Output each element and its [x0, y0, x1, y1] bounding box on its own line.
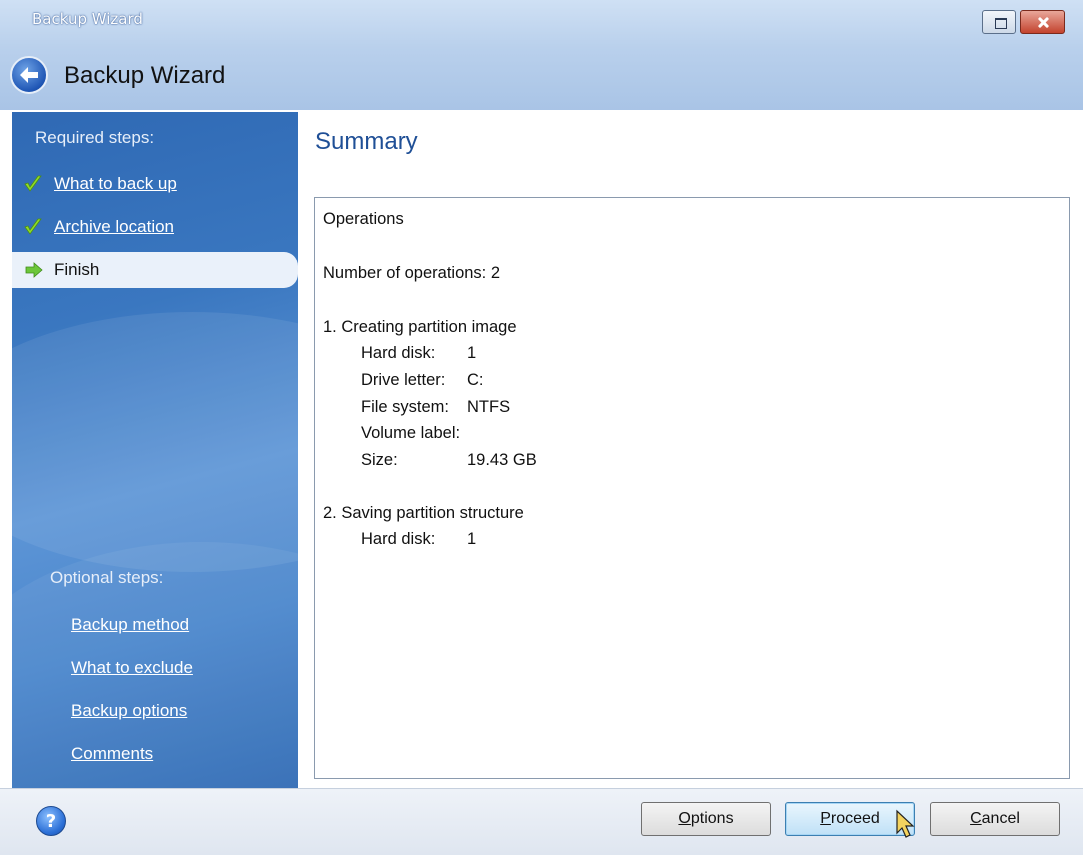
- sidebar-item-label: Archive location: [54, 217, 175, 236]
- close-button[interactable]: [1020, 10, 1065, 34]
- steps-sidebar: Required steps: What to back up Archive …: [12, 112, 298, 788]
- arrow-right-icon: [25, 262, 43, 278]
- wizard-header: Backup Wizard: [0, 48, 1083, 110]
- check-icon: [24, 175, 42, 192]
- operations-count: Number of operations: 2: [323, 264, 501, 282]
- sidebar-item-backup-method[interactable]: Backup method: [71, 615, 189, 635]
- summary-field: Hard disk: 1: [361, 530, 477, 548]
- summary-text-box[interactable]: Operations Number of operations: 2 1. Cr…: [314, 197, 1070, 779]
- help-icon[interactable]: ?: [36, 806, 66, 836]
- sidebar-item-backup-options[interactable]: Backup options: [71, 701, 187, 721]
- restore-button[interactable]: [982, 10, 1016, 34]
- sidebar-item-what-to-exclude[interactable]: What to exclude: [71, 658, 193, 678]
- main-panel: Summary Operations Number of operations:…: [298, 112, 1083, 788]
- sidebar-item-label: Finish: [54, 260, 100, 279]
- check-icon: [24, 218, 42, 235]
- back-arrow-icon: [20, 67, 38, 83]
- title-bar: Backup Wizard: [0, 0, 1083, 48]
- options-button[interactable]: Options: [641, 802, 771, 836]
- sidebar-item-label: What to back up: [54, 174, 177, 193]
- window-title: Backup Wizard: [32, 10, 143, 28]
- back-button[interactable]: [10, 56, 48, 94]
- sidebar-item-comments[interactable]: Comments: [71, 744, 153, 764]
- footer-bar: ? Options Proceed Cancel: [0, 788, 1083, 855]
- cancel-button[interactable]: Cancel: [930, 802, 1060, 836]
- mouse-cursor-icon: [896, 809, 915, 838]
- summary-field: File system: NTFS: [361, 398, 511, 416]
- sidebar-item-finish[interactable]: Finish: [12, 252, 298, 288]
- header-title: Backup Wizard: [64, 62, 226, 89]
- required-steps-heading: Required steps:: [35, 128, 155, 147]
- summary-field: Hard disk: 1: [361, 344, 477, 362]
- summary-field: Drive letter: C:: [361, 371, 484, 389]
- optional-steps-heading: Optional steps:: [50, 568, 164, 587]
- operation-1-title: 1. Creating partition image: [323, 318, 517, 336]
- summary-heading: Operations: [323, 210, 404, 228]
- page-title: Summary: [315, 128, 418, 155]
- sidebar-item-archive-location[interactable]: Archive location: [12, 209, 298, 245]
- summary-field: Volume label:: [361, 424, 461, 442]
- summary-field: Size: 19.43 GB: [361, 451, 537, 469]
- sidebar-item-what-to-back-up[interactable]: What to back up: [12, 166, 298, 202]
- operation-2-title: 2. Saving partition structure: [323, 504, 524, 522]
